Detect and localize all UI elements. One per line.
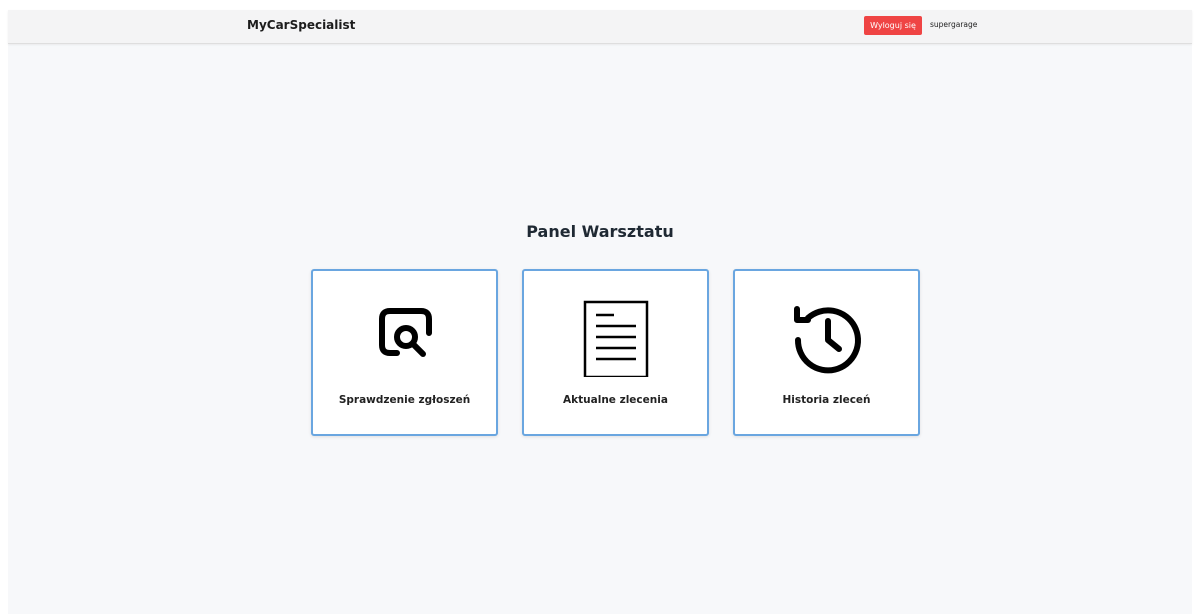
page-title: Panel Warsztatu	[526, 222, 674, 241]
app-window: MyCarSpecialist Wyloguj się supergarage …	[8, 10, 1192, 614]
username-label: supergarage	[930, 20, 978, 29]
document-list-icon	[583, 300, 648, 377]
card-label: Historia zleceń	[782, 394, 871, 406]
top-navbar: MyCarSpecialist Wyloguj się supergarage	[8, 10, 1192, 44]
card-current-orders[interactable]: Aktualne zlecenia	[522, 269, 709, 436]
brand-logo-text[interactable]: MyCarSpecialist	[247, 18, 355, 32]
card-label: Aktualne zlecenia	[563, 394, 668, 406]
card-order-history[interactable]: Historia zleceń	[733, 269, 920, 436]
search-document-icon	[378, 308, 432, 357]
card-check-requests[interactable]: Sprawdzenie zgłoszeń	[311, 269, 498, 436]
card-label: Sprawdzenie zgłoszeń	[338, 394, 471, 406]
history-icon	[793, 306, 861, 374]
logout-button[interactable]: Wyloguj się	[864, 16, 922, 35]
